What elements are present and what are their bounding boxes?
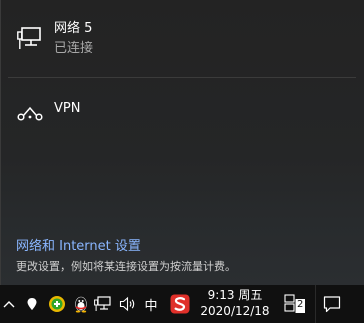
clock[interactable]: 9:13 周五 2020/12/18 xyxy=(197,287,273,319)
vpn-name: VPN xyxy=(54,101,81,116)
notification-count-badge: 2 xyxy=(297,299,304,310)
show-hidden-icons-button[interactable] xyxy=(2,285,16,323)
action-center-button[interactable] xyxy=(318,285,346,323)
volume-tray-button[interactable] xyxy=(117,285,139,323)
taskbar-separator xyxy=(315,285,316,323)
clock-time: 9:13 周五 xyxy=(207,288,263,302)
qq-tray-button[interactable] xyxy=(71,285,91,323)
action-center-icon xyxy=(323,296,341,313)
network-item-vpn[interactable]: VPN xyxy=(0,90,364,130)
taskbar: 中 9:13 周五 2020/12/18 2 xyxy=(0,285,364,323)
task-view-button[interactable]: 2 xyxy=(282,285,308,323)
tray-app-green-button[interactable] xyxy=(46,285,68,323)
location-tray-button[interactable] xyxy=(24,285,40,323)
network-settings-description: 更改设置，例如将某连接设置为按流量计费。 xyxy=(16,260,236,273)
network-tray-button[interactable] xyxy=(93,285,113,323)
green-app-icon xyxy=(49,296,65,312)
vpn-icon xyxy=(17,105,43,129)
qq-penguin-icon xyxy=(75,296,87,313)
network-status: 已连接 xyxy=(54,41,94,56)
sogou-s-icon xyxy=(170,294,190,314)
network-item-network-5[interactable]: 网络 5 已连接 xyxy=(0,8,364,60)
wired-network-tray-icon xyxy=(94,296,111,311)
location-pin-icon xyxy=(27,298,37,310)
chevron-up-icon xyxy=(3,301,15,308)
network-name: 网络 5 xyxy=(54,21,93,36)
clock-date: 2020/12/18 xyxy=(200,304,270,318)
wired-network-icon xyxy=(17,27,43,51)
network-divider xyxy=(8,77,356,78)
input-method-button[interactable]: 中 xyxy=(142,285,160,323)
speaker-volume-icon xyxy=(119,296,135,312)
network-flyout: 网络 5 已连接 VPN 网络和 Internet 设置 更改设置，例如将某连接… xyxy=(0,0,364,285)
task-notification-icon xyxy=(284,294,305,313)
sogou-ime-button[interactable] xyxy=(168,285,192,323)
network-settings-link[interactable]: 网络和 Internet 设置 xyxy=(16,235,141,254)
